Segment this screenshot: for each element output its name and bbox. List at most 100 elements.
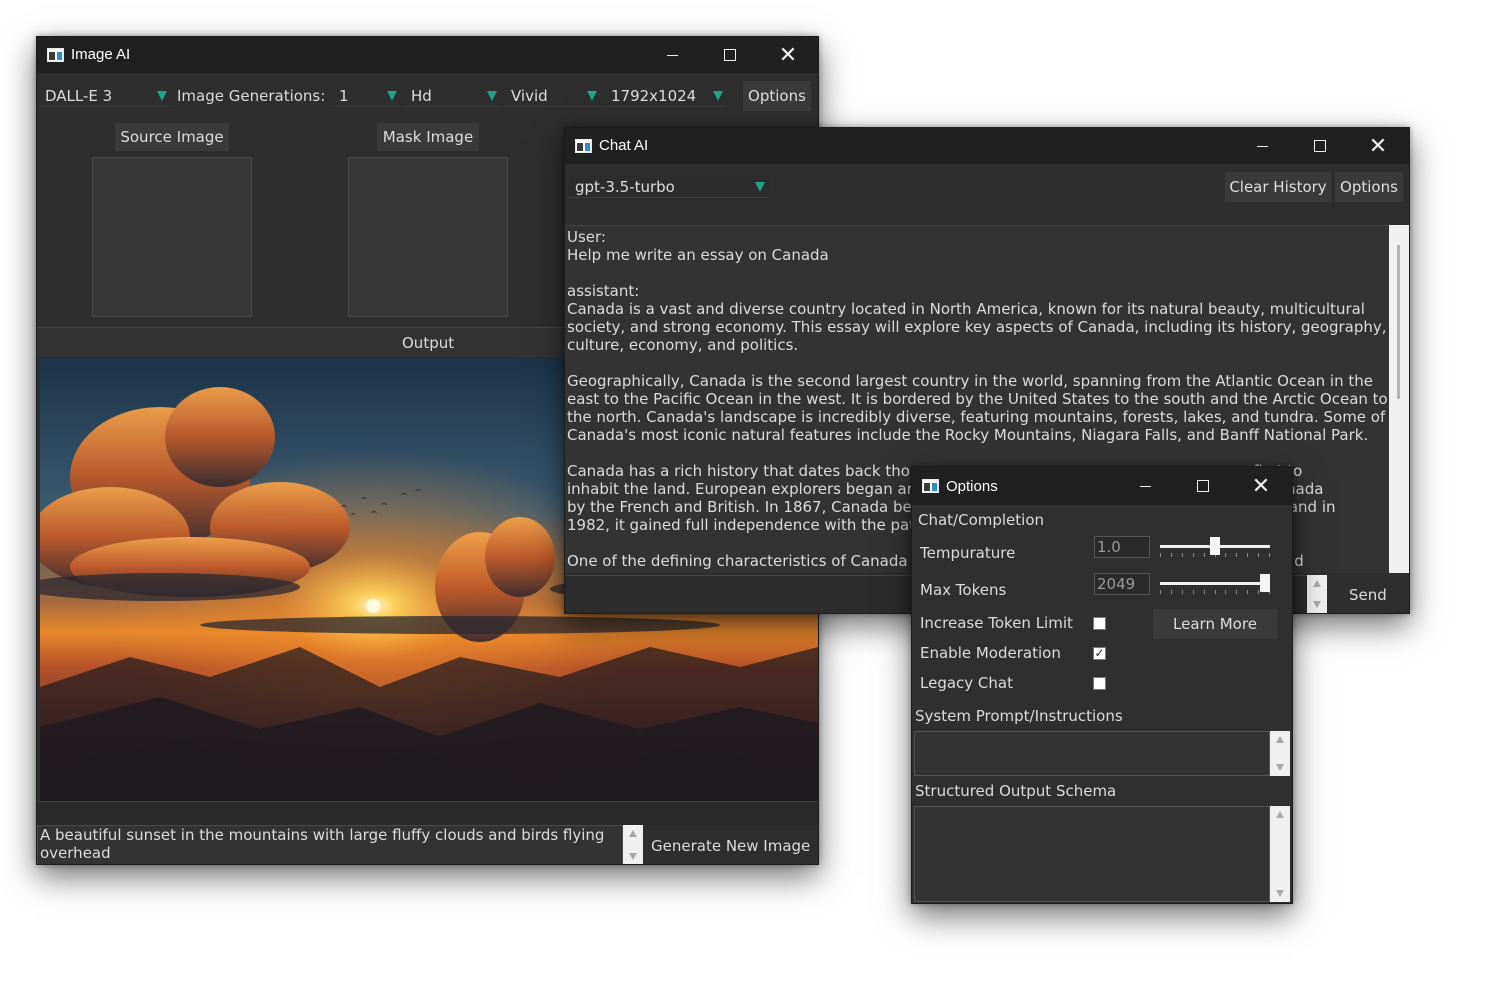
max-tokens-label: Max Tokens (920, 581, 1007, 599)
slider-track (1160, 582, 1270, 585)
slider-tick (1182, 590, 1183, 594)
style-select[interactable]: Vivid (505, 85, 601, 107)
chat-model-select[interactable]: gpt-3.5-turbo (569, 176, 769, 198)
temperature-field[interactable]: 1.0 (1094, 536, 1150, 558)
transcript-line: society, and strong economy. This essay … (567, 318, 1387, 336)
scroll-thumb[interactable] (1397, 245, 1400, 399)
options-titlebar[interactable]: Options ✕ (912, 467, 1292, 505)
prompt-text-line: overhead (40, 844, 111, 862)
chevron-down-icon (587, 91, 597, 101)
close-icon[interactable]: ✕ (759, 37, 817, 73)
style-select-value: Vivid (511, 87, 548, 105)
model-select[interactable]: DALL-E 3 (39, 85, 171, 107)
image-status-bar (37, 801, 818, 825)
slider-tick (1171, 590, 1172, 594)
system-prompt-input[interactable] (914, 731, 1270, 776)
minimize-icon[interactable] (1233, 128, 1291, 164)
enable-moderation-checkbox[interactable]: ✓ (1093, 647, 1106, 660)
enable-moderation-label: Enable Moderation (920, 644, 1061, 662)
slider-tick (1269, 553, 1270, 557)
slider-tick (1258, 553, 1259, 557)
slider-tick (1204, 590, 1205, 594)
quality-select[interactable]: Hd (405, 85, 501, 107)
scroll-up-icon[interactable] (1276, 811, 1284, 818)
increase-token-limit-checkbox[interactable] (1093, 617, 1106, 630)
size-select-value: 1792x1024 (611, 87, 697, 105)
clear-history-button[interactable]: Clear History (1225, 172, 1331, 202)
options-window: Options ✕ Chat/Completion Tempurature 1.… (911, 466, 1293, 904)
image-options-button[interactable]: Options (743, 81, 811, 111)
transcript-line: the north. Canada's landscape is incredi… (567, 408, 1386, 426)
chevron-down-icon (387, 91, 397, 101)
section-label: Chat/Completion (918, 511, 1045, 529)
prompt-scrollbar[interactable] (623, 825, 643, 864)
maximize-icon[interactable] (1174, 467, 1232, 505)
quality-select-value: Hd (411, 87, 432, 105)
transcript-line: Help me write an essay on Canada (567, 246, 829, 264)
slider-tick (1204, 553, 1205, 557)
slider-tick (1247, 553, 1248, 557)
scroll-down-icon[interactable] (1313, 601, 1321, 608)
transcript-line: User: (567, 228, 606, 246)
slider-tick (1258, 590, 1259, 594)
mask-image-preview[interactable] (348, 157, 508, 317)
generate-new-image-button[interactable]: Generate New Image (651, 837, 810, 855)
structured-output-scrollbar[interactable] (1270, 806, 1290, 902)
send-button[interactable]: Send (1349, 586, 1387, 604)
minimize-icon[interactable] (643, 37, 701, 73)
prompt-input[interactable]: A beautiful sunset in the mountains with… (37, 825, 623, 864)
slider-handle[interactable] (1210, 537, 1220, 555)
source-image-preview[interactable] (92, 157, 252, 317)
mask-image-button[interactable]: Mask Image (377, 123, 479, 151)
maximize-icon[interactable] (1291, 128, 1349, 164)
transcript-line: east to the Pacific Ocean in the west. I… (567, 390, 1388, 408)
chat-model-select-value: gpt-3.5-turbo (575, 178, 675, 196)
close-icon[interactable]: ✕ (1232, 467, 1290, 505)
slider-tick (1182, 553, 1183, 557)
temperature-slider[interactable] (1160, 537, 1270, 561)
slider-ticks (1160, 590, 1270, 594)
system-prompt-scrollbar[interactable] (1270, 731, 1290, 776)
image-ai-titlebar[interactable]: Image AI ✕ (37, 37, 818, 73)
max-tokens-field[interactable]: 2049 (1094, 573, 1150, 595)
slider-tick (1193, 590, 1194, 594)
scroll-up-icon[interactable] (1313, 580, 1321, 587)
max-tokens-slider[interactable] (1160, 574, 1270, 598)
transcript-line: Geographically, Canada is the second lar… (567, 372, 1373, 390)
generations-select-value: 1 (339, 87, 349, 105)
scroll-down-icon[interactable] (629, 853, 637, 860)
scroll-down-icon[interactable] (1276, 890, 1284, 897)
chat-scrollbar[interactable] (1389, 225, 1409, 573)
chat-options-button[interactable]: Options (1335, 172, 1403, 202)
chevron-down-icon (755, 182, 765, 192)
chevron-down-icon (157, 91, 167, 101)
legacy-chat-checkbox[interactable] (1093, 677, 1106, 690)
chevron-down-icon (713, 91, 723, 101)
learn-more-button[interactable]: Learn More (1153, 609, 1277, 639)
chat-input-scrollbar[interactable] (1307, 575, 1327, 613)
generations-select[interactable]: 1 (333, 85, 401, 107)
increase-token-limit-label: Increase Token Limit (920, 614, 1073, 632)
size-select[interactable]: 1792x1024 (605, 85, 727, 107)
temperature-label: Tempurature (920, 544, 1016, 562)
slider-handle[interactable] (1260, 574, 1270, 592)
model-select-value: DALL-E 3 (45, 87, 113, 105)
window-title: Chat AI (599, 137, 649, 154)
close-icon[interactable]: ✕ (1349, 128, 1407, 164)
scroll-down-icon[interactable] (1276, 764, 1284, 771)
structured-output-label: Structured Output Schema (915, 782, 1117, 800)
chat-ai-titlebar[interactable]: Chat AI ✕ (565, 128, 1409, 164)
transcript-line: culture, economy, and politics. (567, 336, 799, 354)
window-title: Options (946, 478, 998, 495)
maximize-icon[interactable] (701, 37, 759, 73)
scroll-up-icon[interactable] (629, 830, 637, 837)
source-image-button[interactable]: Source Image (115, 123, 229, 151)
minimize-icon[interactable] (1116, 467, 1174, 505)
scroll-up-icon[interactable] (1276, 736, 1284, 743)
transcript-line: assistant: (567, 282, 640, 300)
chevron-down-icon (487, 91, 497, 101)
structured-output-input[interactable] (914, 806, 1270, 902)
slider-tick (1225, 553, 1226, 557)
slider-tick (1160, 590, 1161, 594)
slider-tick (1193, 553, 1194, 557)
